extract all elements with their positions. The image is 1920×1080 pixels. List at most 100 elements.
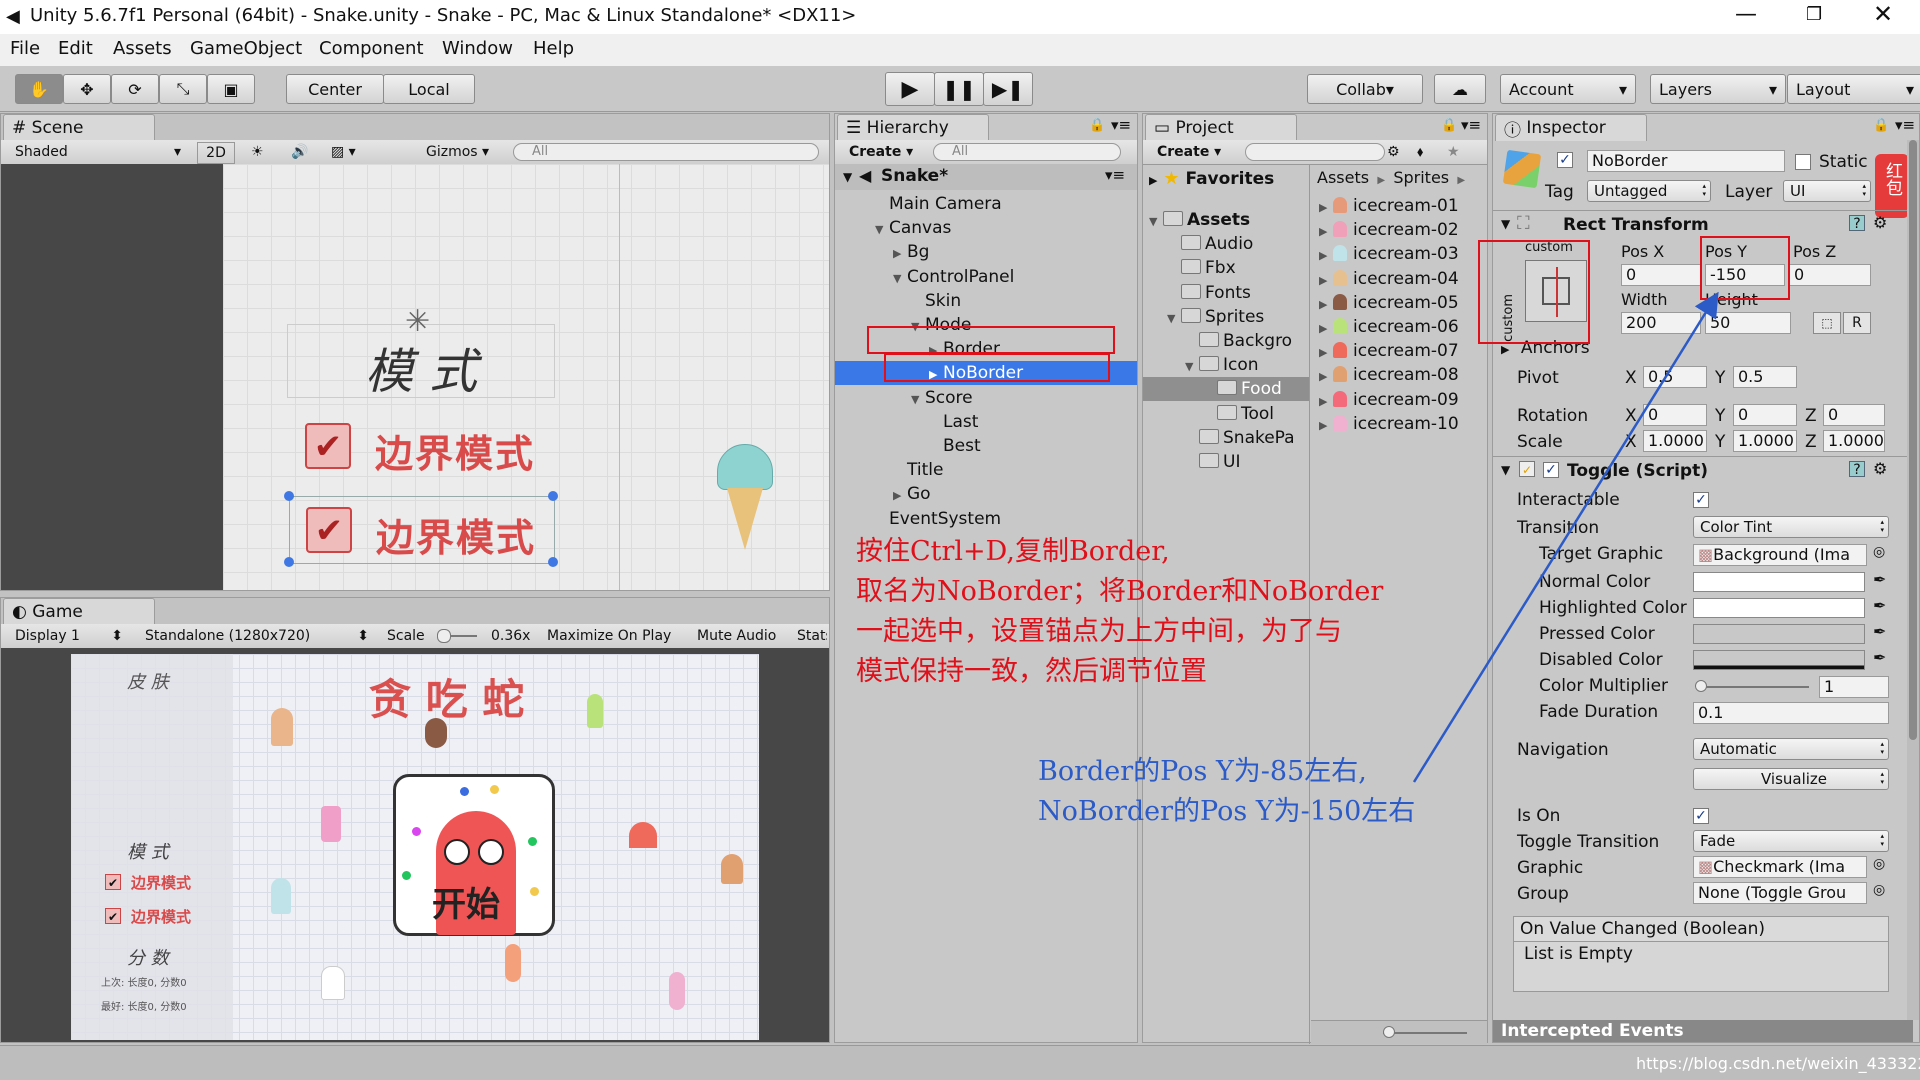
audio-toggle[interactable]: 🔊	[291, 142, 308, 162]
eyedropper-icon[interactable]: ✒	[1873, 596, 1886, 615]
menu-component[interactable]: Component	[319, 38, 424, 59]
posz-field[interactable]: 0	[1789, 264, 1871, 286]
asset-item[interactable]: ▶ icecream-09	[1311, 388, 1459, 412]
pivot-x-field[interactable]: 0.5	[1643, 366, 1707, 388]
mute-audio-toggle[interactable]: Mute Audio	[697, 626, 776, 646]
scene-toggle-noborder[interactable]: ✔ 边界模式	[284, 491, 558, 567]
tab-hierarchy[interactable]: ☰ Hierarchy	[837, 114, 989, 141]
scale-z-field[interactable]: 1.0000	[1823, 430, 1885, 452]
effects-toggle[interactable]: ▨ ▾	[331, 142, 356, 162]
project-folder-item[interactable]: Fonts	[1143, 281, 1309, 305]
expand-arrow-icon[interactable]: ▶	[1319, 220, 1333, 244]
gear-icon[interactable]: ⚙	[1873, 459, 1887, 478]
favorites-row[interactable]: ▶ ★ Favorites	[1149, 168, 1274, 189]
intercepted-events-bar[interactable]: Intercepted Events	[1493, 1020, 1913, 1042]
scene-header-row[interactable]: ▼ ◀ Snake* ▾≡	[835, 164, 1137, 190]
menu-window[interactable]: Window	[442, 38, 513, 59]
menu-file[interactable]: File	[10, 38, 40, 59]
start-button[interactable]: 开始	[393, 774, 555, 936]
fade-duration-field[interactable]: 0.1	[1693, 702, 1889, 724]
target-graphic-field[interactable]: ▩Background (Ima	[1693, 544, 1867, 566]
lock-icon[interactable]: 🔒	[1441, 118, 1457, 133]
height-field[interactable]: 50	[1705, 312, 1791, 334]
scene-search-input[interactable]: All	[513, 143, 819, 161]
filter-type-icon[interactable]: ⚙	[1387, 142, 1400, 162]
expand-arrow-icon[interactable]: ▶	[1319, 293, 1333, 317]
expand-arrow-icon[interactable]: ▶	[1319, 317, 1333, 341]
step-button[interactable]: ▶❚	[983, 72, 1033, 106]
pivot-local-button[interactable]: Local	[383, 74, 475, 104]
expand-arrow-icon[interactable]: ▶	[1319, 341, 1333, 365]
play-button[interactable]: ▶	[885, 72, 935, 106]
layers-dropdown[interactable]: Layers ▾	[1650, 74, 1786, 104]
shaded-dropdown[interactable]: Shaded ▾	[15, 142, 185, 162]
pressed-color-swatch[interactable]	[1693, 624, 1865, 644]
object-picker-icon[interactable]: ◎	[1873, 882, 1885, 898]
object-picker-icon[interactable]: ◎	[1873, 856, 1885, 872]
create-dropdown[interactable]: Create ▾	[849, 142, 913, 162]
favorite-star-icon[interactable]: ★	[1447, 142, 1460, 162]
lock-icon[interactable]: 🔒	[1089, 118, 1105, 133]
width-field[interactable]: 200	[1621, 312, 1701, 334]
asset-item[interactable]: ▶ icecream-06	[1311, 315, 1459, 339]
panel-menu-icon[interactable]: ▾≡	[1461, 116, 1481, 134]
scale-y-field[interactable]: 1.0000	[1733, 430, 1797, 452]
rot-z-field[interactable]: 0	[1823, 404, 1885, 426]
menu-assets[interactable]: Assets	[113, 38, 172, 59]
project-folder-item[interactable]: SnakePa	[1143, 426, 1309, 450]
expand-arrow-icon[interactable]: ▶	[1319, 269, 1333, 293]
expand-arrow-icon[interactable]: ▼	[911, 388, 925, 412]
project-folder-item[interactable]: ▼ Assets	[1143, 208, 1309, 232]
interactable-checkbox[interactable]: ✓	[1693, 492, 1709, 508]
move-tool-button[interactable]: ✥	[63, 74, 111, 104]
project-folder-item[interactable]: UI	[1143, 450, 1309, 474]
layer-dropdown[interactable]: UI	[1783, 180, 1871, 202]
project-folder-item[interactable]: Backgro	[1143, 329, 1309, 353]
toggle-script-header[interactable]: ▼ ✓ ✓ Toggle (Script) ? ⚙	[1493, 456, 1919, 484]
navigation-dropdown[interactable]: Automatic	[1693, 738, 1889, 760]
expand-arrow-icon[interactable]: ▶	[1319, 390, 1333, 414]
highlighted-color-swatch[interactable]	[1693, 598, 1865, 618]
scale-slider[interactable]	[437, 626, 481, 646]
graphic-field[interactable]: ▩Checkmark (Ima	[1693, 856, 1867, 878]
raw-edit-button[interactable]: R	[1843, 312, 1871, 334]
hierarchy-item[interactable]: EventSystem	[835, 507, 1137, 531]
stats-toggle[interactable]: Stats	[797, 626, 827, 646]
asset-item[interactable]: ▶ icecream-07	[1311, 339, 1459, 363]
minimize-icon[interactable]: —	[1735, 2, 1757, 27]
icon-size-slider[interactable]	[1383, 1026, 1467, 1038]
is-on-checkbox[interactable]: ✓	[1693, 808, 1709, 824]
breadcrumb-sprites[interactable]: Sprites	[1393, 168, 1449, 187]
slider-thumb[interactable]	[1695, 680, 1707, 692]
project-folder-item[interactable]: Fbx	[1143, 256, 1309, 280]
tab-game[interactable]: ◐ Game	[3, 598, 155, 625]
project-search-input[interactable]	[1245, 143, 1385, 161]
asset-item[interactable]: ▶ icecream-03	[1311, 242, 1459, 266]
tab-inspector[interactable]: ⓘ Inspector	[1495, 114, 1647, 141]
account-dropdown[interactable]: Account ▾	[1500, 74, 1636, 104]
collapse-arrow-icon[interactable]: ▶	[893, 242, 907, 266]
object-name-field[interactable]: NoBorder	[1587, 150, 1785, 172]
close-icon[interactable]: ✕	[1873, 0, 1893, 28]
2d-toggle[interactable]: 2D	[197, 142, 235, 164]
asset-item[interactable]: ▶ icecream-10	[1311, 412, 1459, 436]
expand-arrow-icon[interactable]: ▶	[1319, 365, 1333, 389]
scrollbar-thumb[interactable]	[1909, 140, 1917, 740]
scene-menu-icon[interactable]: ▾≡	[1105, 166, 1125, 184]
menu-edit[interactable]: Edit	[58, 38, 93, 59]
active-checkbox[interactable]: ✓	[1557, 152, 1573, 168]
color-multiplier-field[interactable]: 1	[1819, 676, 1889, 698]
display-dropdown[interactable]: Display 1 ⬍	[15, 626, 125, 646]
static-checkbox[interactable]	[1795, 154, 1811, 170]
maximize-on-play-toggle[interactable]: Maximize On Play	[547, 626, 671, 646]
object-picker-icon[interactable]: ◎	[1873, 544, 1885, 560]
scene-viewport[interactable]: 模式 ✔ 边界模式 ✔ 边界模式 ✳	[1, 164, 829, 590]
panel-menu-icon[interactable]: ▾≡	[1111, 116, 1131, 134]
asset-item[interactable]: ▶ icecream-05	[1311, 291, 1459, 315]
expand-arrow-icon[interactable]: ▼	[1185, 355, 1199, 377]
cloud-button[interactable]: ☁	[1434, 74, 1486, 104]
normal-color-swatch[interactable]	[1693, 572, 1865, 592]
scale-tool-button[interactable]: ⤡	[159, 74, 207, 104]
hierarchy-item[interactable]: ▼ ControlPanel	[835, 265, 1137, 289]
component-enabled-checkbox[interactable]: ✓	[1543, 462, 1559, 478]
